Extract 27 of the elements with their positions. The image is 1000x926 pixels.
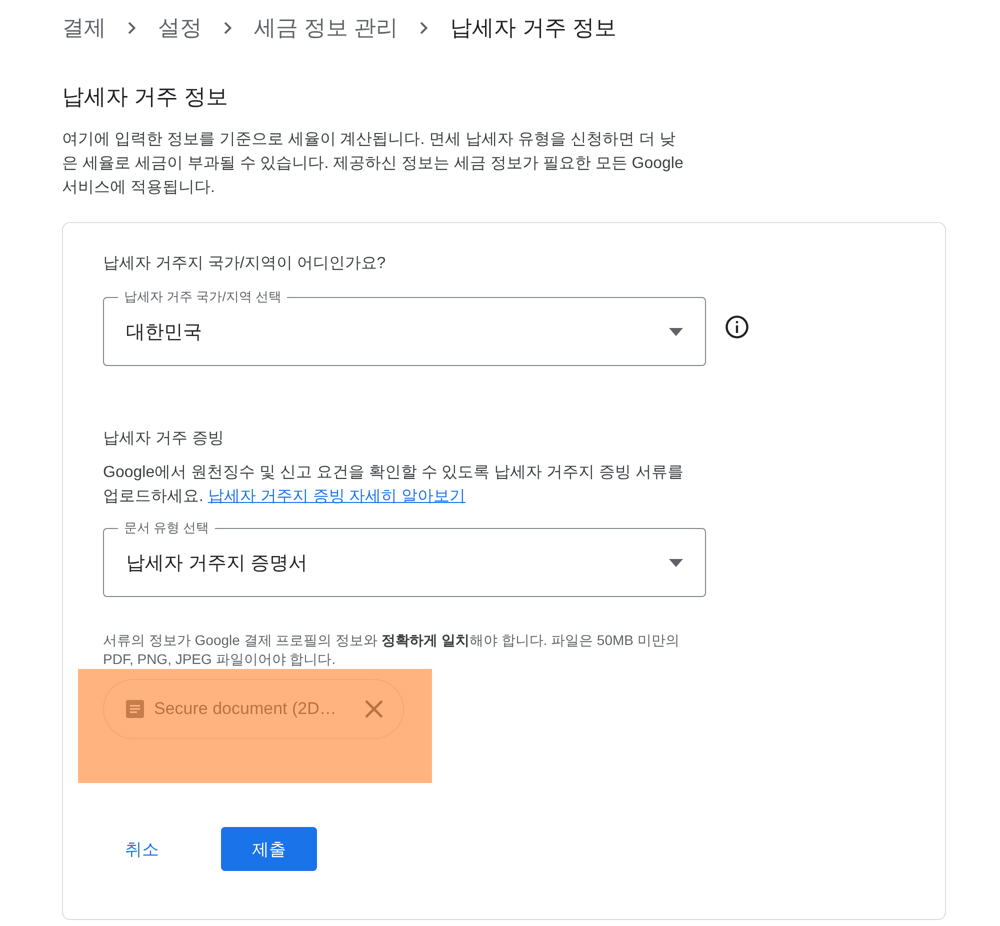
field-value: 대한민국 (126, 320, 203, 344)
info-icon[interactable] (724, 314, 750, 340)
question-text: 납세자 거주지 국가/지역이 어디인가요? (103, 254, 387, 274)
page-title: 납세자 거주 정보 (62, 83, 230, 111)
section-heading: 납세자 거주 증빙 (103, 429, 225, 449)
field-label: 문서 유형 선택 (123, 519, 210, 537)
instruction-text: Google에서 원천징수 및 신고 요건을 확인할 수 있도록 납세자 거주지 증빙 서류를 업로드하세요. 납세자 거주지 증빙 자세히 알아보기 (103, 463, 684, 507)
breadcrumb-link[interactable]: 납세자 거주 정보 (450, 13, 616, 43)
field-label: 납세자 거주 국가/지역 선택 (123, 288, 282, 306)
chevron-icon (224, 22, 232, 34)
file-name: Secure document (2D… (154, 699, 338, 719)
chevron-icon (420, 22, 428, 34)
document-icon (126, 700, 144, 718)
chevron-icon (128, 22, 136, 34)
breadcrumb-link[interactable]: 결제 (62, 13, 106, 43)
caret-icon (669, 328, 683, 336)
submit-button[interactable]: 제출 (221, 827, 317, 871)
learn-more-link[interactable]: 납세자 거주지 증빙 자세히 알아보기 (208, 488, 466, 505)
helper-text: 서류의 정보가 Google 결제 프로필의 정보와 정확하게 일치해야 합니다. 파일은 50MB 미만의 PDF, PNG, JPEG 파일이어야 합니다. (103, 631, 680, 669)
dropdown-field[interactable]: 납세자 거주 국가/지역 선택 대한민국 (103, 288, 706, 366)
description-text: 여기에 입력한 정보를 기준으로 세율이 계산됩니다. 면세 납세자 유형을 신청하면 더 낮은 세율로 세금이 부과될 수 있습니다. 제공하신 정보는 세금 정보가 필요한 모든 Google 서비스에 적용됩니다. (62, 130, 684, 198)
breadcrumb-link[interactable]: 설정 (158, 13, 202, 43)
caret-icon (669, 558, 683, 566)
cancel-button[interactable]: 취소 (103, 828, 181, 870)
breadcrumb-link[interactable]: 세금 정보 관리 (254, 13, 398, 43)
dropdown-field[interactable]: 문서 유형 선택 납세자 거주지 증명서 (103, 519, 706, 597)
field-value: 납세자 거주지 증명서 (126, 552, 309, 576)
